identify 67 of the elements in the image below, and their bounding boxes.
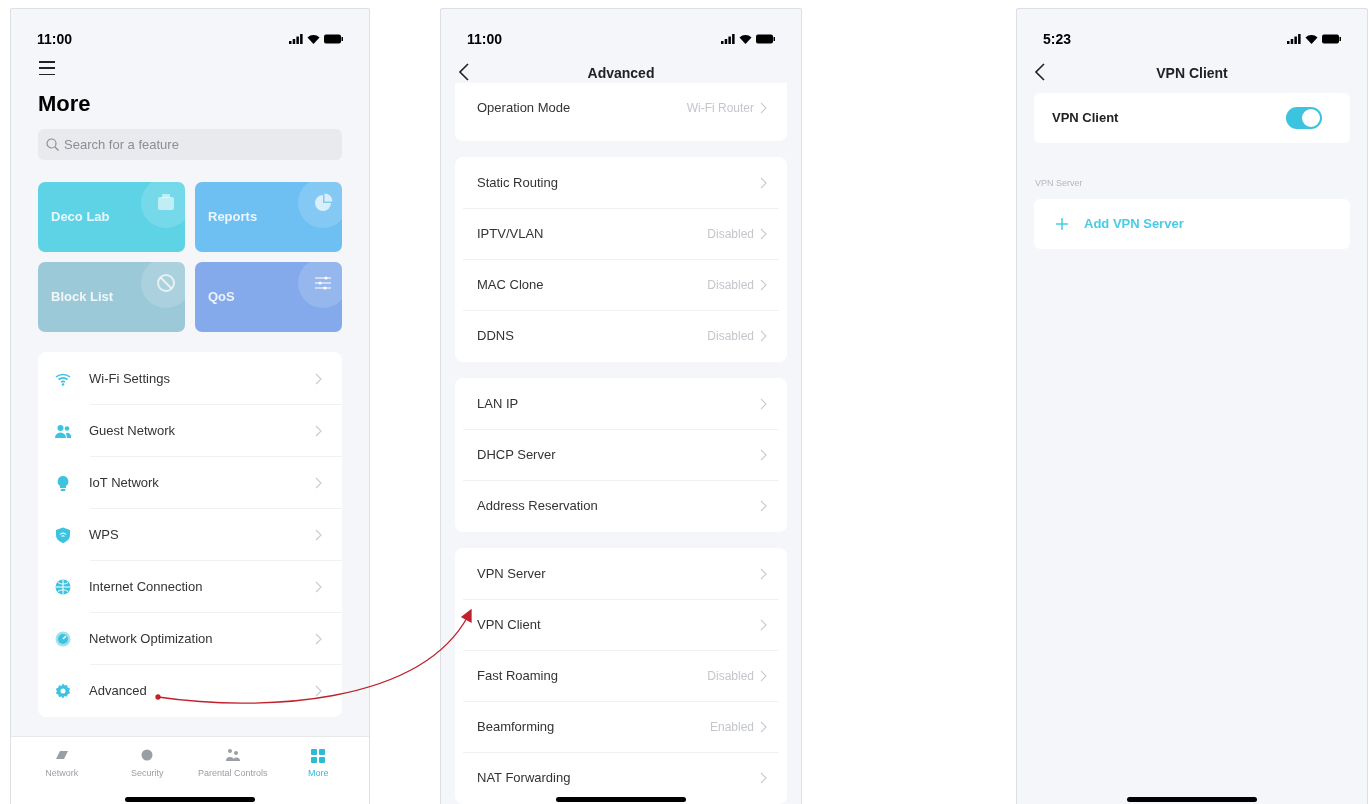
settings-item[interactable]: IPTV/VLAN Disabled bbox=[455, 209, 787, 259]
plus-icon bbox=[1056, 217, 1068, 230]
settings-item[interactable]: Fast Roaming Disabled bbox=[455, 651, 787, 701]
chevron-icon bbox=[760, 449, 767, 461]
pie-chart-icon bbox=[298, 182, 342, 228]
search-field[interactable]: Search for a feature bbox=[38, 129, 342, 160]
settings-item[interactable]: Beamforming Enabled bbox=[455, 702, 787, 752]
chevron-icon bbox=[760, 619, 767, 631]
settings-item[interactable]: DDNS Disabled bbox=[455, 311, 787, 361]
chevron-icon bbox=[315, 580, 322, 593]
menu-item[interactable]: IoT Network bbox=[38, 457, 342, 508]
menu-item[interactable]: Wi-Fi Settings bbox=[38, 353, 342, 404]
menu-item[interactable]: Internet Connection bbox=[38, 561, 342, 612]
prohibited-icon bbox=[141, 262, 185, 308]
toggle-switch[interactable] bbox=[1286, 107, 1322, 129]
gear-icon bbox=[54, 681, 72, 700]
status-time: 5:23 bbox=[1043, 29, 1072, 49]
chevron-icon bbox=[760, 670, 767, 682]
section-label: VPN Server bbox=[1035, 177, 1084, 190]
menu-item[interactable]: Network Optimization bbox=[38, 613, 342, 664]
chevron-icon bbox=[315, 684, 322, 697]
settings-item[interactable]: DHCP Server bbox=[455, 430, 787, 480]
settings-item[interactable]: Address Reservation bbox=[455, 481, 787, 531]
status-time: 11:00 bbox=[37, 29, 73, 49]
settings-item[interactable]: VPN Server bbox=[455, 549, 787, 599]
battery-icon bbox=[1322, 34, 1341, 44]
settings-item[interactable]: MAC Clone Disabled bbox=[455, 260, 787, 310]
page-title: More bbox=[38, 93, 92, 115]
gauge-icon bbox=[54, 629, 72, 648]
toolbox-icon bbox=[141, 182, 185, 228]
grid-icon bbox=[309, 747, 328, 765]
globe-icon bbox=[54, 577, 72, 596]
screen-title: VPN Client bbox=[1156, 63, 1228, 83]
wifi-icon bbox=[307, 34, 320, 44]
menu-icon[interactable] bbox=[39, 61, 55, 75]
chevron-icon bbox=[760, 102, 767, 114]
settings-item[interactable]: LAN IP bbox=[455, 379, 787, 429]
signal-icon bbox=[289, 34, 303, 44]
screen-title: Advanced bbox=[587, 63, 655, 83]
chevron-icon bbox=[760, 228, 767, 240]
chevron-icon bbox=[315, 476, 322, 489]
status-time: 11:00 bbox=[467, 29, 503, 49]
wifi-icon bbox=[1305, 34, 1318, 44]
chevron-icon bbox=[315, 424, 322, 437]
chevron-icon bbox=[760, 500, 767, 512]
battery-icon bbox=[324, 34, 343, 44]
settings-item[interactable]: Static Routing bbox=[455, 158, 787, 208]
chevron-icon bbox=[315, 372, 322, 385]
menu-item[interactable]: WPS bbox=[38, 509, 342, 560]
wifi-icon bbox=[739, 34, 752, 44]
settings-item[interactable]: Operation Mode Wi-Fi Router bbox=[455, 83, 787, 133]
signal-icon bbox=[721, 34, 735, 44]
chevron-icon bbox=[760, 398, 767, 410]
battery-icon bbox=[756, 34, 775, 44]
chevron-icon bbox=[760, 721, 767, 733]
chevron-icon bbox=[760, 772, 767, 784]
chevron-icon bbox=[760, 279, 767, 291]
chevron-icon bbox=[315, 528, 322, 541]
chevron-icon bbox=[760, 330, 767, 342]
sliders-icon bbox=[298, 262, 342, 308]
chevron-icon bbox=[760, 177, 767, 189]
signal-icon bbox=[1287, 34, 1301, 44]
search-icon bbox=[46, 138, 59, 151]
toggle-label: VPN Client bbox=[1052, 109, 1120, 128]
menu-item[interactable]: Guest Network bbox=[38, 405, 342, 456]
chevron-icon bbox=[315, 632, 322, 645]
chevron-icon bbox=[760, 568, 767, 580]
